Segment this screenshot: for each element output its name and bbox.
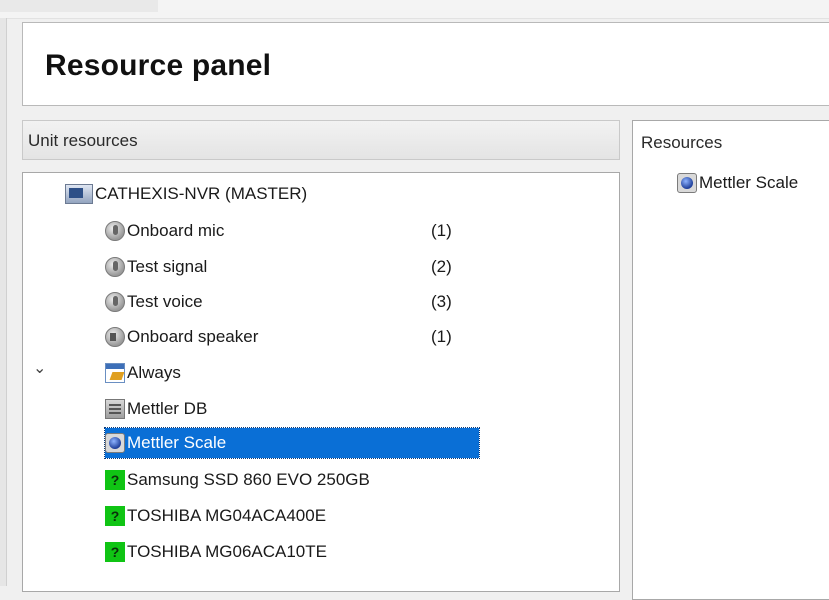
tree-item-label: Always (127, 363, 181, 382)
resource-item-label: Mettler Scale (699, 173, 799, 192)
scale-icon (105, 433, 125, 453)
unknown-device-icon: ? (105, 470, 125, 490)
resources-panel[interactable]: Resources Mettler Scale (632, 120, 829, 600)
header-box: Resource panel (22, 22, 829, 106)
microphone-icon (105, 292, 125, 312)
tree-item-samsung-ssd[interactable]: ? Samsung SSD 860 EVO 250GB (105, 465, 370, 495)
microphone-icon (105, 257, 125, 277)
scale-icon (677, 173, 697, 193)
unit-resources-label: Unit resources (28, 131, 138, 150)
tree-item-count: (2) (431, 257, 452, 276)
speaker-icon (105, 327, 125, 347)
tree-item-mettler-scale[interactable]: Mettler Scale (104, 427, 480, 459)
microphone-icon (105, 221, 125, 241)
tree-item-test-voice[interactable]: Test voice (3) (105, 287, 475, 317)
tree-item-count: (3) (431, 292, 452, 311)
tree-root-node[interactable]: CATHEXIS-NVR (MASTER) (65, 179, 307, 209)
tab-strip (0, 0, 158, 12)
page-title: Resource panel (45, 49, 272, 82)
tree-item-label: Samsung SSD 860 EVO 250GB (127, 470, 370, 489)
tree-item-always[interactable]: Always (105, 358, 181, 388)
tree-item-label: TOSHIBA MG06ACA10TE (127, 542, 327, 561)
tree-root-label: CATHEXIS-NVR (MASTER) (95, 184, 308, 203)
tree-item-count: (1) (431, 221, 452, 240)
tree-item-onboard-mic[interactable]: Onboard mic (1) (105, 216, 475, 246)
tree-item-mettler-db[interactable]: Mettler DB (105, 394, 207, 424)
tree-item-label: Onboard mic (127, 221, 225, 240)
database-icon (105, 399, 125, 419)
server-icon (65, 184, 93, 204)
tree-item-toshiba-mg06[interactable]: ? TOSHIBA MG06ACA10TE (105, 537, 327, 567)
tree-item-onboard-speaker[interactable]: Onboard speaker (1) (105, 322, 475, 352)
resource-item-mettler-scale[interactable]: Mettler Scale (677, 168, 798, 198)
tree-item-test-signal[interactable]: Test signal (2) (105, 252, 475, 282)
chevron-down-icon[interactable]: ⌄ (33, 358, 46, 378)
tree-item-label: Onboard speaker (127, 327, 259, 346)
calendar-icon (105, 363, 125, 383)
unknown-device-icon: ? (105, 542, 125, 562)
unit-resources-header: Unit resources (22, 120, 620, 160)
window-left-edge (0, 18, 7, 586)
tree-item-label: Mettler DB (127, 399, 208, 418)
tree-item-count: (1) (431, 327, 452, 346)
tree-item-label: Mettler Scale (127, 433, 227, 452)
unknown-device-icon: ? (105, 506, 125, 526)
resources-label: Resources (641, 133, 723, 152)
tree-item-label: Test signal (127, 257, 208, 276)
top-strip (0, 0, 829, 19)
tree-item-label: Test voice (127, 292, 203, 311)
tree-item-label: TOSHIBA MG04ACA400E (127, 506, 327, 525)
tree-item-toshiba-mg04[interactable]: ? TOSHIBA MG04ACA400E (105, 501, 326, 531)
unit-resources-tree[interactable]: ⌄ CATHEXIS-NVR (MASTER) Onboard mic (1) … (22, 172, 620, 592)
